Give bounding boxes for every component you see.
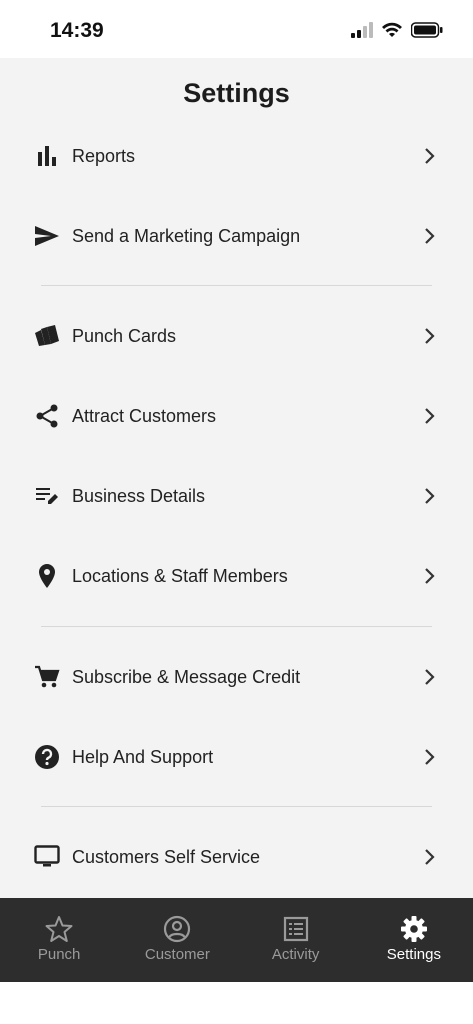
tab-customer[interactable]: Customer — [118, 898, 236, 982]
menu-item-label: Locations & Staff Members — [72, 565, 288, 586]
monitor-icon — [34, 844, 60, 870]
divider — [41, 806, 432, 807]
chevron-right-icon — [423, 667, 437, 687]
shopping-cart-icon — [34, 664, 60, 690]
tab-label: Customer — [144, 946, 210, 963]
gear-icon — [399, 914, 429, 944]
divider — [41, 626, 432, 627]
chevron-right-icon — [423, 486, 437, 506]
chevron-right-icon — [423, 747, 437, 767]
cellular-signal-icon — [351, 22, 373, 43]
settings-screen: Settings Reports Send a Marketing Campai… — [0, 58, 473, 898]
send-icon — [34, 223, 60, 249]
wifi-icon — [381, 22, 403, 43]
menu-item-label: Punch Cards — [72, 325, 177, 346]
menu-item-label: Send a Marketing Campaign — [72, 225, 301, 246]
chevron-right-icon — [423, 146, 437, 166]
chevron-right-icon — [423, 406, 437, 426]
status-icons — [351, 22, 443, 43]
list-icon — [281, 914, 311, 944]
chevron-right-icon — [423, 326, 437, 346]
cards-icon — [34, 323, 60, 349]
tab-label: Settings — [386, 946, 441, 963]
menu-item-reports[interactable]: Reports — [0, 126, 473, 186]
share-icon — [34, 403, 60, 429]
menu-item-label: Subscribe & Message Credit — [72, 666, 301, 687]
menu-item-label: Customers Self Service — [72, 846, 261, 867]
menu-item-locations-staff[interactable]: Locations & Staff Members — [0, 546, 473, 606]
home-indicator-area — [0, 982, 473, 1024]
menu-item-subscribe-message-credit[interactable]: Subscribe & Message Credit — [0, 647, 473, 707]
tab-punch[interactable]: Punch — [0, 898, 118, 982]
menu-item-send-marketing-campaign[interactable]: Send a Marketing Campaign — [0, 206, 473, 266]
menu-item-customers-self-service[interactable]: Customers Self Service — [0, 827, 473, 887]
divider — [41, 285, 432, 286]
menu-item-label: Reports — [72, 145, 136, 166]
edit-list-icon — [34, 483, 60, 509]
bar-chart-icon — [34, 143, 60, 169]
status-time: 14:39 — [50, 19, 104, 42]
chevron-right-icon — [423, 566, 437, 586]
tab-label: Punch — [37, 946, 81, 963]
account-circle-icon — [162, 914, 192, 944]
help-icon — [34, 744, 60, 770]
chevron-right-icon — [423, 847, 437, 867]
star-icon — [44, 914, 74, 944]
chevron-right-icon — [423, 226, 437, 246]
tab-activity[interactable]: Activity — [237, 898, 355, 982]
menu-item-punch-cards[interactable]: Punch Cards — [0, 306, 473, 366]
menu-item-label: Business Details — [72, 485, 206, 506]
page-title: Settings — [183, 78, 290, 108]
menu-item-help-support[interactable]: Help And Support — [0, 727, 473, 787]
menu-item-attract-customers[interactable]: Attract Customers — [0, 386, 473, 446]
menu-item-label: Help And Support — [72, 746, 214, 767]
location-pin-icon — [34, 563, 60, 589]
tab-label: Activity — [271, 946, 320, 963]
status-bar: 14:39 — [0, 0, 473, 58]
menu-item-business-details[interactable]: Business Details — [0, 466, 473, 526]
menu-item-label: Attract Customers — [72, 405, 217, 426]
battery-icon — [410, 22, 443, 43]
bottom-tab-bar: Punch Customer Activity Settings — [0, 898, 473, 982]
tab-settings[interactable]: Settings — [355, 898, 473, 982]
